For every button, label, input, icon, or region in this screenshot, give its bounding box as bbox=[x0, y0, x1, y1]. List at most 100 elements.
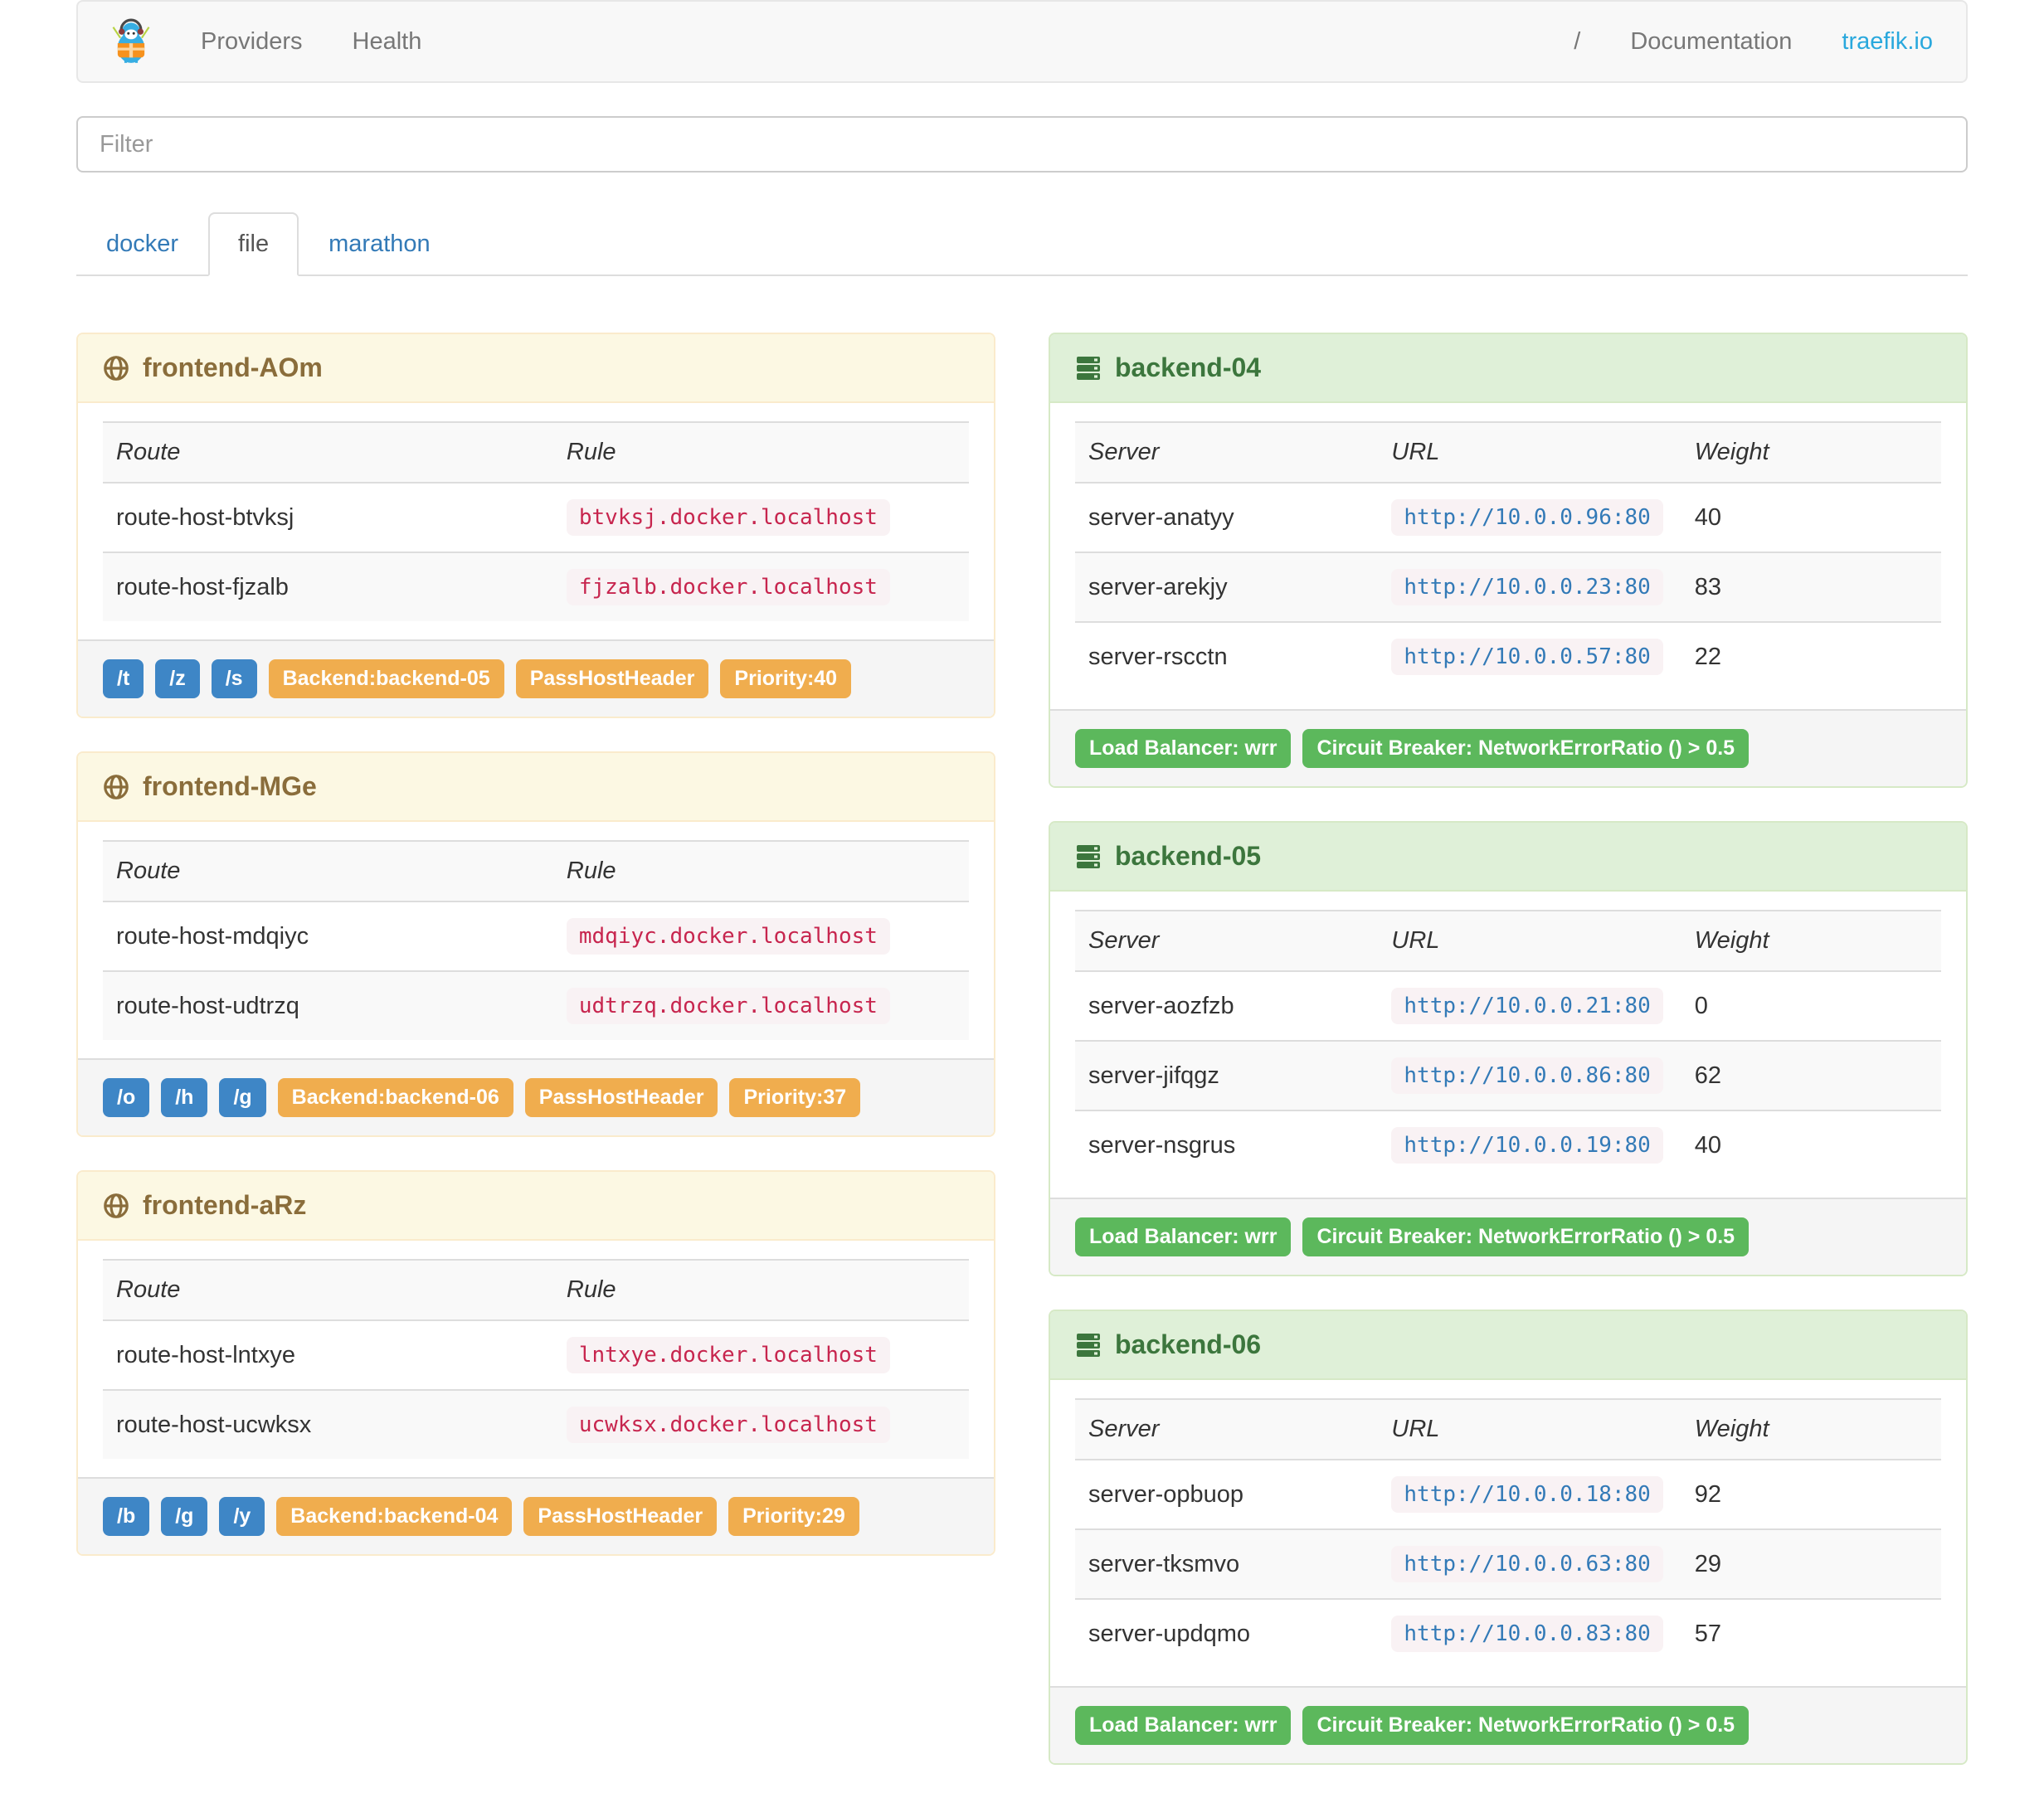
table-header-row: Route Rule bbox=[103, 421, 969, 483]
backend-panel-04: backend-04 Server URL Weight server-anat… bbox=[1049, 333, 1968, 788]
nav-link-health[interactable]: Health bbox=[328, 28, 447, 56]
table-header-row: Route Rule bbox=[103, 840, 969, 901]
column-weight: Weight bbox=[1681, 1398, 1941, 1460]
server-url-link[interactable]: http://10.0.0.19:80 bbox=[1391, 1127, 1663, 1164]
tab-file[interactable]: file bbox=[208, 212, 299, 276]
server-url-link[interactable]: http://10.0.0.96:80 bbox=[1391, 499, 1663, 536]
route-name: route-host-btvksj bbox=[103, 482, 553, 552]
server-weight: 29 bbox=[1681, 1528, 1941, 1599]
table-row: server-anatyy http://10.0.0.96:80 40 bbox=[1075, 482, 1941, 552]
path-badge: /g bbox=[219, 1078, 266, 1117]
backend-badge: Backend:backend-04 bbox=[276, 1497, 513, 1536]
server-url-link[interactable]: http://10.0.0.21:80 bbox=[1391, 988, 1663, 1024]
tab-marathon[interactable]: marathon bbox=[299, 212, 460, 276]
load-balancer-badge: Load Balancer: wrr bbox=[1075, 1217, 1292, 1256]
globe-icon bbox=[103, 1193, 129, 1219]
load-balancer-badge: Load Balancer: wrr bbox=[1075, 729, 1292, 768]
server-url-link[interactable]: http://10.0.0.57:80 bbox=[1391, 639, 1663, 675]
server-url-link[interactable]: http://10.0.0.86:80 bbox=[1391, 1057, 1663, 1094]
backend-panel-heading: backend-05 bbox=[1050, 823, 1966, 892]
backend-badge: Backend:backend-05 bbox=[268, 659, 504, 698]
priority-badge: Priority:37 bbox=[729, 1078, 861, 1117]
rule-code: mdqiyc.docker.localhost bbox=[566, 918, 890, 955]
globe-icon bbox=[103, 774, 129, 800]
path-badge: /s bbox=[211, 659, 257, 698]
backend-panel-footer: Load Balancer: wrr Circuit Breaker: Netw… bbox=[1050, 709, 1966, 786]
column-url: URL bbox=[1378, 1398, 1681, 1460]
rule-code: lntxye.docker.localhost bbox=[566, 1337, 890, 1373]
server-icon bbox=[1075, 355, 1102, 381]
traefik-logo[interactable] bbox=[86, 18, 176, 65]
server-url-link[interactable]: http://10.0.0.83:80 bbox=[1391, 1616, 1663, 1652]
server-name: server-anatyy bbox=[1075, 482, 1379, 552]
server-weight: 40 bbox=[1681, 482, 1941, 552]
backend-panel-05: backend-05 Server URL Weight server-aozf… bbox=[1049, 821, 1968, 1276]
table-row: server-arekjy http://10.0.0.23:80 83 bbox=[1075, 552, 1941, 622]
server-icon bbox=[1075, 1332, 1102, 1358]
table-row: server-rscctn http://10.0.0.57:80 22 bbox=[1075, 621, 1941, 691]
route-name: route-host-udtrzq bbox=[103, 970, 553, 1040]
column-server: Server bbox=[1075, 910, 1379, 971]
table-row: server-updqmo http://10.0.0.83:80 57 bbox=[1075, 1598, 1941, 1668]
rule-code: udtrzq.docker.localhost bbox=[566, 988, 890, 1024]
table-row: route-host-lntxye lntxye.docker.localhos… bbox=[103, 1319, 969, 1390]
server-url-link[interactable]: http://10.0.0.23:80 bbox=[1391, 569, 1663, 605]
route-name: route-host-lntxye bbox=[103, 1319, 553, 1390]
backends-column: backend-04 Server URL Weight server-anat… bbox=[1049, 333, 1968, 1798]
table-row: server-opbuop http://10.0.0.18:80 92 bbox=[1075, 1459, 1941, 1529]
passhostheader-badge: PassHostHeader bbox=[523, 1497, 718, 1536]
server-weight: 83 bbox=[1681, 552, 1941, 622]
passhostheader-badge: PassHostHeader bbox=[515, 659, 709, 698]
frontend-title: frontend-aRz bbox=[143, 1190, 307, 1220]
frontend-panel-footer: /b /g /y Backend:backend-04 PassHostHead… bbox=[78, 1477, 994, 1554]
frontend-title: frontend-MGe bbox=[143, 771, 317, 801]
backend-panel-06: backend-06 Server URL Weight server-opbu… bbox=[1049, 1310, 1968, 1765]
path-badge: /o bbox=[103, 1078, 150, 1117]
server-name: server-aozfzb bbox=[1075, 970, 1379, 1041]
tab-docker[interactable]: docker bbox=[76, 212, 208, 276]
frontend-panel-aRz: frontend-aRz Route Rule route-host-lntxy… bbox=[76, 1170, 995, 1556]
server-name: server-rscctn bbox=[1075, 621, 1379, 691]
column-route: Route bbox=[103, 840, 553, 901]
frontend-panel-body: Route Rule route-host-lntxye lntxye.dock… bbox=[78, 1241, 994, 1477]
server-name: server-opbuop bbox=[1075, 1459, 1379, 1529]
server-url-link[interactable]: http://10.0.0.18:80 bbox=[1391, 1476, 1663, 1513]
path-badge: /h bbox=[161, 1078, 208, 1117]
backend-panel-footer: Load Balancer: wrr Circuit Breaker: Netw… bbox=[1050, 1686, 1966, 1763]
table-row: route-host-ucwksx ucwksx.docker.localhos… bbox=[103, 1389, 969, 1459]
table-row: route-host-btvksj btvksj.docker.localhos… bbox=[103, 482, 969, 552]
nav-link-root[interactable]: / bbox=[1549, 28, 1605, 56]
rule-code: fjzalb.docker.localhost bbox=[566, 569, 890, 605]
nav-link-providers[interactable]: Providers bbox=[176, 28, 328, 56]
path-badge: /g bbox=[161, 1497, 208, 1536]
table-header-row: Server URL Weight bbox=[1075, 421, 1941, 483]
server-weight: 40 bbox=[1681, 1110, 1941, 1179]
path-badge: /t bbox=[103, 659, 144, 698]
server-weight: 92 bbox=[1681, 1459, 1941, 1529]
column-url: URL bbox=[1378, 910, 1681, 971]
backend-panel-heading: backend-04 bbox=[1050, 334, 1966, 403]
frontend-panel-MGe: frontend-MGe Route Rule route-host-mdqiy… bbox=[76, 751, 995, 1137]
nav-link-traefik-io[interactable]: traefik.io bbox=[1817, 28, 1958, 56]
globe-icon bbox=[103, 355, 129, 381]
column-rule: Rule bbox=[552, 421, 969, 483]
filter-input[interactable] bbox=[76, 116, 1968, 173]
table-row: server-jifqgz http://10.0.0.86:80 62 bbox=[1075, 1040, 1941, 1110]
filter-bar bbox=[76, 116, 1968, 173]
passhostheader-badge: PassHostHeader bbox=[524, 1078, 718, 1117]
table-row: server-nsgrus http://10.0.0.19:80 40 bbox=[1075, 1110, 1941, 1179]
server-name: server-jifqgz bbox=[1075, 1040, 1379, 1110]
backend-title: backend-06 bbox=[1115, 1329, 1262, 1359]
server-name: server-arekjy bbox=[1075, 552, 1379, 622]
navbar-right: / Documentation traefik.io bbox=[1549, 28, 1958, 56]
path-badge: /y bbox=[219, 1497, 265, 1536]
server-url-link[interactable]: http://10.0.0.63:80 bbox=[1391, 1546, 1663, 1582]
column-server: Server bbox=[1075, 421, 1379, 483]
table-row: server-tksmvo http://10.0.0.63:80 29 bbox=[1075, 1528, 1941, 1599]
circuit-breaker-badge: Circuit Breaker: NetworkErrorRatio () > … bbox=[1302, 1217, 1750, 1256]
column-server: Server bbox=[1075, 1398, 1379, 1460]
column-weight: Weight bbox=[1681, 910, 1941, 971]
frontend-panel-heading: frontend-MGe bbox=[78, 753, 994, 822]
nav-link-documentation[interactable]: Documentation bbox=[1605, 28, 1817, 56]
backend-panel-footer: Load Balancer: wrr Circuit Breaker: Netw… bbox=[1050, 1198, 1966, 1275]
